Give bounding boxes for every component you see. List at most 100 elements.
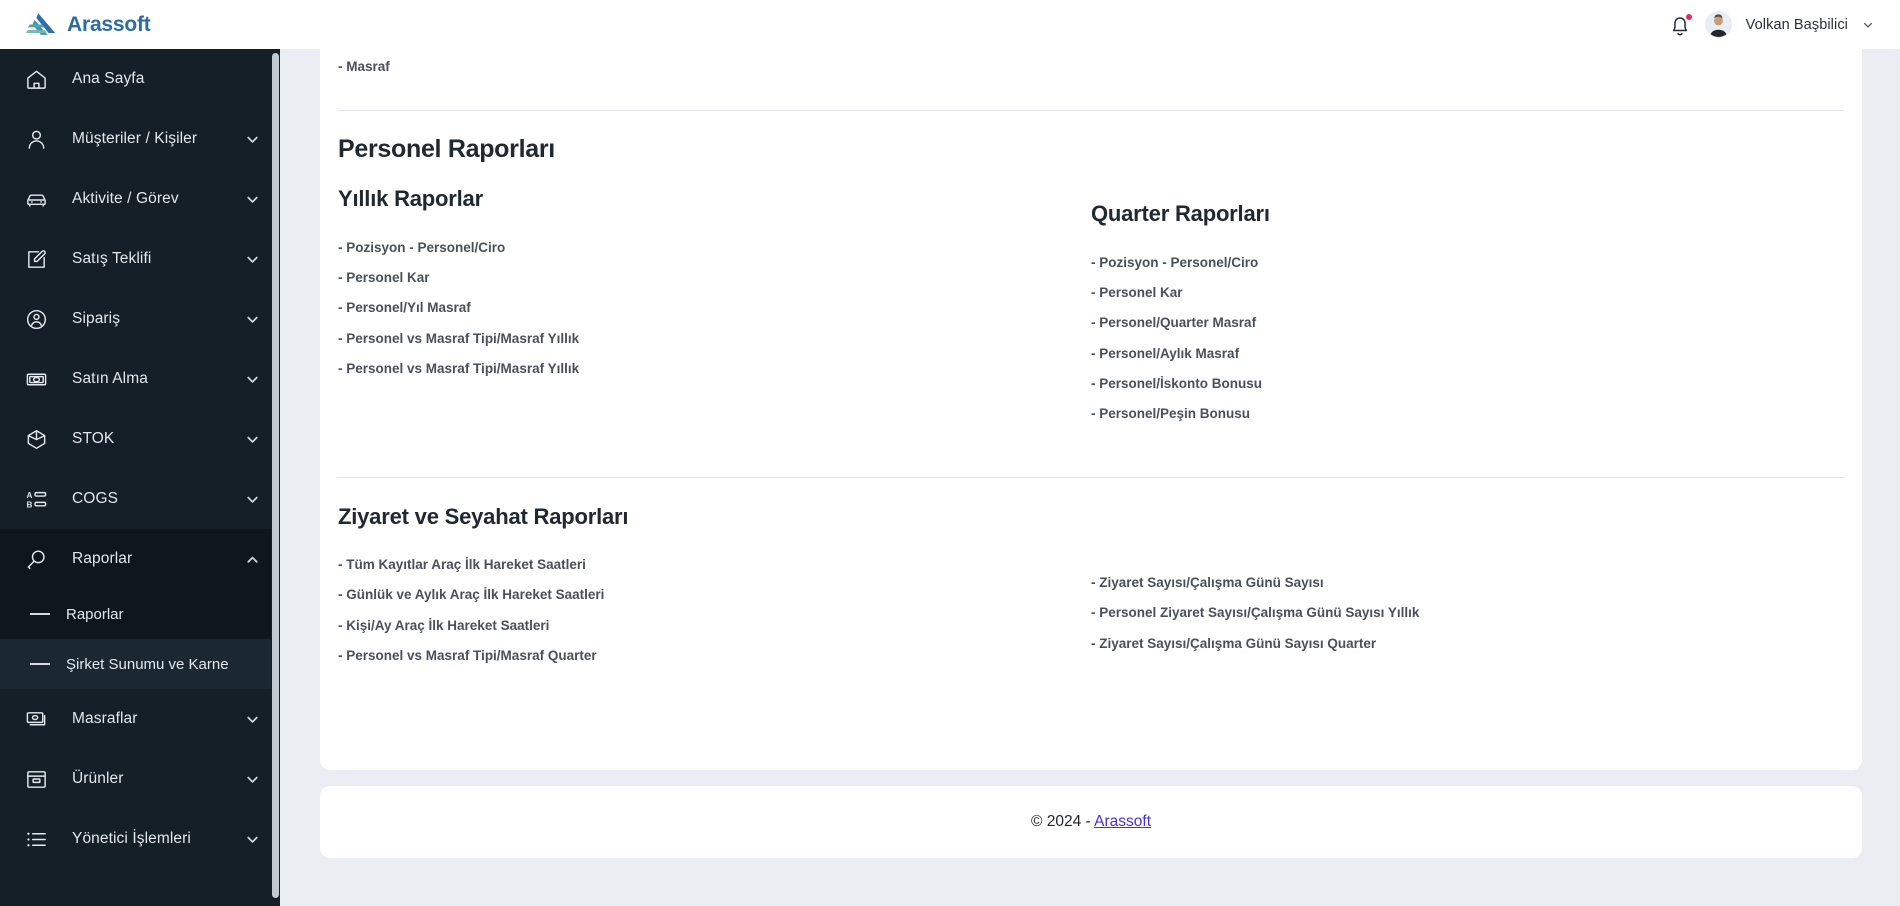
sidebar: Ana Sayfa Müşteriler / Kişiler Aktivite … bbox=[0, 49, 280, 906]
report-link[interactable]: - Kişi/Ay Araç İlk Hareket Saatleri bbox=[338, 611, 1091, 641]
dash-icon bbox=[30, 613, 50, 615]
chevron-down-icon[interactable] bbox=[245, 832, 260, 847]
sidebar-item-label: Satış Teklifi bbox=[72, 250, 152, 267]
sidebar-item-label: STOK bbox=[72, 430, 115, 447]
bullet-list-icon bbox=[24, 827, 48, 851]
report-link[interactable]: - Personel/Quarter Masraf bbox=[1091, 308, 1844, 338]
chevron-down-icon[interactable] bbox=[245, 432, 260, 447]
person-icon bbox=[24, 127, 48, 151]
chevron-down-icon[interactable] bbox=[245, 772, 260, 787]
report-link[interactable]: - Pozisyon - Personel/Ciro bbox=[338, 233, 1091, 263]
arassoft-logo-icon bbox=[26, 12, 56, 35]
chevron-down-icon[interactable] bbox=[245, 372, 260, 387]
chevron-down-icon[interactable] bbox=[245, 492, 260, 507]
user-avatar-image bbox=[1705, 12, 1731, 37]
sidebar-item-label: Satın Alma bbox=[72, 370, 148, 387]
main-content: - Masraf Personel Raporları Yıllık Rapor… bbox=[280, 49, 1900, 906]
report-link-masraf[interactable]: - Masraf bbox=[338, 49, 1844, 74]
sidebar-item-label: Ürünler bbox=[72, 770, 124, 787]
subsection-title-yillik-raporlar: Yıllık Raporlar bbox=[338, 186, 483, 211]
cube-icon bbox=[24, 427, 48, 451]
report-link[interactable]: - Pozisyon - Personel/Ciro bbox=[1091, 248, 1844, 278]
car-icon bbox=[24, 187, 48, 211]
sidebar-subitem-label: Raporlar bbox=[66, 605, 124, 623]
report-list: - Pozisyon - Personel/Ciro - Personel Ka… bbox=[338, 233, 1091, 384]
footer-link-arassoft[interactable]: Arassoft bbox=[1094, 813, 1151, 830]
report-link[interactable]: - Personel/Peşin Bonusu bbox=[1091, 399, 1844, 429]
top-header: Arassoft Volkan Başbilici bbox=[0, 0, 1900, 49]
sidebar-item-label: COGS bbox=[72, 490, 119, 507]
dash-icon bbox=[30, 663, 50, 665]
reports-card: - Masraf Personel Raporları Yıllık Rapor… bbox=[320, 49, 1862, 770]
chevron-down-icon[interactable] bbox=[245, 312, 260, 327]
sidebar-subitem-raporlar[interactable]: Raporlar bbox=[0, 589, 280, 639]
svg-text:B: B bbox=[26, 500, 32, 509]
report-link[interactable]: - Personel Kar bbox=[338, 263, 1091, 293]
notification-button[interactable] bbox=[1669, 13, 1692, 37]
chevron-down-icon[interactable] bbox=[245, 192, 260, 207]
sidebar-item-stok[interactable]: STOK bbox=[0, 409, 280, 469]
report-link[interactable]: - Ziyaret Sayısı/Çalışma Günü Sayısı Qua… bbox=[1091, 629, 1844, 659]
section-divider bbox=[338, 110, 1844, 111]
sidebar-group-raporlar: Raporlar Raporlar bbox=[0, 529, 280, 639]
sidebar-item-siparis[interactable]: Sipariş bbox=[0, 289, 280, 349]
chevron-down-icon[interactable] bbox=[245, 712, 260, 727]
copyright-label: © 2024 - bbox=[1031, 813, 1095, 830]
money-stack-icon bbox=[24, 707, 48, 731]
magnifier-icon bbox=[24, 547, 48, 571]
notification-dot bbox=[1685, 13, 1692, 20]
sidebar-item-satin-alma[interactable]: Satın Alma bbox=[0, 349, 280, 409]
sidebar-item-label: Yönetici İşlemleri bbox=[72, 830, 191, 847]
user-circle-icon bbox=[24, 307, 48, 331]
sidebar-item-satis-teklifi[interactable]: Satış Teklifi bbox=[0, 229, 280, 289]
chevron-down-icon[interactable] bbox=[245, 132, 260, 147]
report-link[interactable]: - Personel vs Masraf Tipi/Masraf Quarter bbox=[338, 641, 1091, 671]
report-list: - Pozisyon - Personel/Ciro - Personel Ka… bbox=[1091, 248, 1844, 429]
box-icon bbox=[24, 767, 48, 791]
user-name-label: Volkan Başbilici bbox=[1745, 16, 1848, 33]
report-link[interactable]: - Personel Ziyaret Sayısı/Çalışma Günü S… bbox=[1091, 598, 1844, 628]
sidebar-item-label: Raporlar bbox=[72, 550, 133, 567]
column-quarter-raporlari: Quarter Raporları - Pozisyon - Personel/… bbox=[1091, 186, 1844, 429]
report-link[interactable]: - Ziyaret Sayısı/Çalışma Günü Sayısı bbox=[1091, 568, 1844, 598]
report-link[interactable]: - Personel vs Masraf Tipi/Masraf Yıllık bbox=[338, 354, 1091, 384]
section-divider bbox=[338, 477, 1844, 479]
section-columns: - Tüm Kayıtlar Araç İlk Hareket Saatleri… bbox=[338, 550, 1844, 671]
chevron-up-icon[interactable] bbox=[245, 552, 260, 567]
sidebar-item-label: Masraflar bbox=[72, 710, 138, 727]
sidebar-item-yonetici-islemleri[interactable]: Yönetici İşlemleri bbox=[0, 809, 280, 869]
column-ziyaret-right: - Ziyaret Sayısı/Çalışma Günü Sayısı - P… bbox=[1091, 550, 1844, 671]
section-title-personel-raporlari: Personel Raporları bbox=[338, 135, 555, 163]
sidebar-item-aktivite-gorev[interactable]: Aktivite / Görev bbox=[0, 169, 280, 229]
sidebar-scrollbar-thumb[interactable] bbox=[272, 53, 279, 898]
sidebar-item-masraflar[interactable]: Masraflar bbox=[0, 689, 280, 749]
sidebar-item-raporlar[interactable]: Raporlar bbox=[0, 529, 280, 589]
sidebar-item-label: Müşteriler / Kişiler bbox=[72, 130, 198, 147]
sidebar-scrollbar[interactable] bbox=[271, 49, 280, 906]
report-link[interactable]: - Personel/İskonto Bonusu bbox=[1091, 369, 1844, 399]
sidebar-item-label: Sipariş bbox=[72, 310, 121, 327]
report-link[interactable]: - Personel/Yıl Masraf bbox=[338, 293, 1091, 323]
chevron-down-icon[interactable] bbox=[245, 252, 260, 267]
chevron-down-icon[interactable] bbox=[1862, 19, 1874, 31]
report-link[interactable]: - Tüm Kayıtlar Araç İlk Hareket Saatleri bbox=[338, 550, 1091, 580]
brand-logo-area[interactable]: Arassoft bbox=[0, 0, 280, 49]
report-link[interactable]: - Personel Kar bbox=[1091, 278, 1844, 308]
avatar[interactable] bbox=[1704, 11, 1732, 38]
sidebar-item-musteriler-kisiler[interactable]: Müşteriler / Kişiler bbox=[0, 109, 280, 169]
sidebar-item-label: Ana Sayfa bbox=[72, 70, 145, 87]
sidebar-item-urunler[interactable]: Ürünler bbox=[0, 749, 280, 809]
column-ziyaret-left: - Tüm Kayıtlar Araç İlk Hareket Saatleri… bbox=[338, 550, 1091, 671]
footer-text: © 2024 - Arassoft bbox=[1031, 813, 1151, 831]
sidebar-subitem-sirket-sunumu-ve-karne[interactable]: Şirket Sunumu ve Karne bbox=[0, 639, 280, 689]
home-icon bbox=[24, 67, 48, 91]
sidebar-item-cogs[interactable]: A B COGS bbox=[0, 469, 280, 529]
report-link[interactable]: - Günlük ve Aylık Araç İlk Hareket Saatl… bbox=[338, 580, 1091, 610]
sidebar-item-ana-sayfa[interactable]: Ana Sayfa bbox=[0, 49, 280, 109]
report-link[interactable]: - Personel/Aylık Masraf bbox=[1091, 339, 1844, 369]
report-link[interactable]: - Personel vs Masraf Tipi/Masraf Yıllık bbox=[338, 324, 1091, 354]
column-yillik-raporlar: Yıllık Raporlar - Pozisyon - Personel/Ci… bbox=[338, 186, 1091, 429]
subsection-title-quarter-raporlari: Quarter Raporları bbox=[1091, 201, 1270, 226]
section-title-ziyaret-ve-seyahat-raporlari: Ziyaret ve Seyahat Raporları bbox=[338, 504, 629, 530]
footer: © 2024 - Arassoft bbox=[320, 786, 1862, 858]
